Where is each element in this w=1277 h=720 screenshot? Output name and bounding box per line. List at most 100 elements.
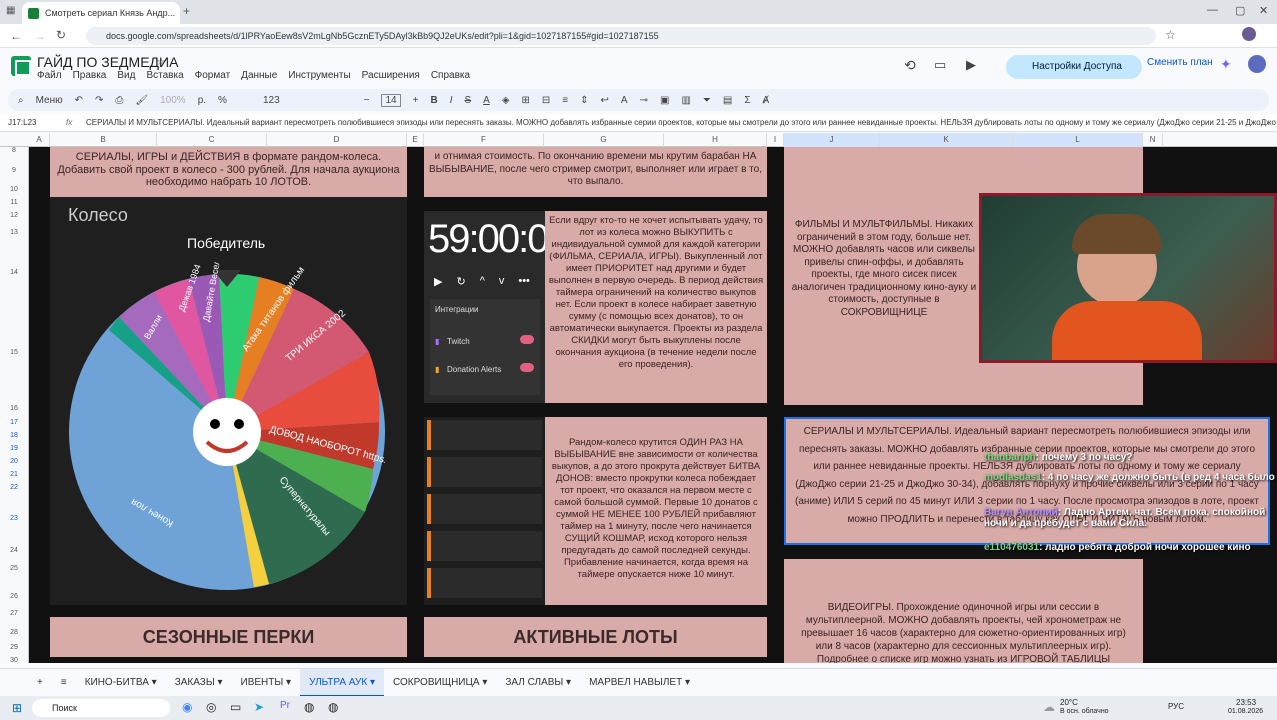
history-icon[interactable]: ⟲ bbox=[904, 57, 916, 74]
col-header[interactable]: N bbox=[1143, 133, 1163, 147]
row-header[interactable]: 15 bbox=[0, 349, 28, 356]
row-header[interactable]: 18 bbox=[0, 432, 28, 439]
percent-button[interactable]: % bbox=[218, 95, 227, 106]
sheet-tab[interactable]: ЗАКАЗЫ ▾ bbox=[166, 669, 232, 697]
row-header[interactable]: 9 bbox=[0, 167, 28, 174]
chevron-down-icon[interactable]: v bbox=[499, 275, 505, 288]
url-input[interactable]: docs.google.com/spreadsheets/d/1lPRYaoEe… bbox=[86, 27, 1156, 45]
sheets-logo-icon[interactable] bbox=[11, 56, 31, 76]
tab-list-icon[interactable]: ▦ bbox=[6, 5, 15, 16]
menu-help[interactable]: Справка bbox=[431, 70, 470, 81]
col-header[interactable]: F bbox=[424, 133, 544, 147]
maximize-icon[interactable]: ▢ bbox=[1235, 4, 1245, 17]
col-header[interactable]: J bbox=[784, 133, 880, 147]
col-header[interactable]: H bbox=[664, 133, 767, 147]
taskbar-search[interactable]: Поиск bbox=[32, 699, 170, 717]
all-sheets-icon[interactable]: ≡ bbox=[52, 669, 76, 697]
paint-format-icon[interactable]: 🖌 bbox=[135, 95, 148, 106]
input-tools-icon[interactable]: Ⱥ bbox=[763, 95, 770, 106]
row-header[interactable]: 14 bbox=[0, 269, 28, 276]
col-header[interactable]: A bbox=[29, 133, 50, 147]
print-icon[interactable]: ⎙ bbox=[115, 95, 123, 106]
menu-file[interactable]: Файл bbox=[37, 70, 62, 81]
strikethrough-icon[interactable]: S bbox=[464, 95, 471, 106]
row-header[interactable]: 17 bbox=[0, 419, 28, 426]
windows-start-icon[interactable]: ⊞ bbox=[12, 701, 22, 715]
font-size-input[interactable]: 14 bbox=[381, 93, 401, 107]
undo-icon[interactable]: ↶ bbox=[75, 95, 83, 106]
currency-button[interactable]: р. bbox=[198, 95, 206, 106]
row-header[interactable]: 13 bbox=[0, 229, 28, 236]
window-close-icon[interactable]: ✕ bbox=[1259, 4, 1268, 17]
twitch-toggle[interactable] bbox=[520, 335, 534, 344]
row-header[interactable]: 10 bbox=[0, 186, 28, 193]
more-formats-button[interactable]: 123 bbox=[263, 95, 280, 106]
col-header[interactable]: B bbox=[50, 133, 157, 147]
play-icon[interactable]: ▶ bbox=[434, 275, 442, 288]
menu-extensions[interactable]: Расширения bbox=[362, 70, 420, 81]
star-icon[interactable]: ☆ bbox=[156, 55, 166, 68]
forward-icon[interactable]: → bbox=[34, 29, 46, 43]
insert-chart-icon[interactable]: ▥ bbox=[681, 95, 690, 106]
col-header[interactable]: E bbox=[407, 133, 424, 147]
row-header[interactable]: 22 bbox=[0, 484, 28, 491]
weather-icon[interactable]: ☁ bbox=[1043, 700, 1055, 714]
row-header[interactable]: 8 bbox=[0, 147, 28, 154]
sheet-tab[interactable]: КИНО-БИТВА ▾ bbox=[76, 669, 166, 697]
row-header[interactable]: 20 bbox=[0, 458, 28, 465]
align-vertical-icon[interactable]: ⇕ bbox=[580, 95, 588, 106]
merge-cells-icon[interactable]: ⊟ bbox=[542, 95, 550, 106]
filter-views-icon[interactable]: ▤ bbox=[723, 95, 732, 106]
row-header[interactable]: 21 bbox=[0, 471, 28, 478]
row-header[interactable]: 30 bbox=[0, 657, 28, 664]
font-size-decrease-icon[interactable]: − bbox=[364, 95, 370, 106]
row-header[interactable]: 26 bbox=[0, 593, 28, 600]
borders-icon[interactable]: ⊞ bbox=[522, 95, 530, 106]
search-icon[interactable]: ⌕ bbox=[18, 95, 24, 106]
functions-icon[interactable]: Σ bbox=[744, 95, 750, 106]
row-header[interactable]: 29 bbox=[0, 644, 28, 651]
filter-icon[interactable]: ⏷ bbox=[703, 95, 711, 106]
menu-data[interactable]: Данные bbox=[241, 70, 277, 81]
col-header[interactable]: C bbox=[157, 133, 267, 147]
donation-toggle[interactable] bbox=[520, 363, 534, 372]
reload-icon[interactable]: ↻ bbox=[56, 28, 66, 42]
col-header[interactable]: L bbox=[1013, 133, 1143, 147]
row-header[interactable]: 16 bbox=[0, 405, 28, 412]
sheet-tab[interactable]: ЗАЛ СЛАВЫ ▾ bbox=[496, 669, 580, 697]
align-horizontal-icon[interactable]: ≡ bbox=[562, 95, 568, 106]
change-plan-button[interactable]: Сменить план bbox=[1147, 57, 1213, 68]
chevron-up-icon[interactable]: ^ bbox=[480, 275, 485, 288]
bold-icon[interactable]: B bbox=[430, 95, 437, 106]
sheet-tab[interactable]: МАРВЕЛ НАВЫЛЕТ ▾ bbox=[580, 669, 699, 697]
formula-input[interactable]: СЕРИАЛЫ И МУЛЬТСЕРИАЛЫ. Идеальный вариан… bbox=[86, 114, 1277, 131]
col-header[interactable]: K bbox=[880, 133, 1013, 147]
telegram-icon[interactable]: ➤ bbox=[254, 700, 264, 714]
comment-icon[interactable]: ▭ bbox=[934, 57, 946, 73]
name-box[interactable]: J17:L23 bbox=[8, 114, 36, 131]
app-icon[interactable]: ◎ bbox=[206, 700, 216, 714]
sheet-tab[interactable]: СОКРОВИЩНИЦА ▾ bbox=[384, 669, 496, 697]
gemini-icon[interactable]: ✦ bbox=[1220, 56, 1232, 73]
col-header[interactable]: I bbox=[767, 133, 784, 147]
minimize-icon[interactable]: — bbox=[1207, 4, 1218, 16]
row-header[interactable]: 12 bbox=[0, 212, 28, 219]
account-avatar[interactable] bbox=[1248, 55, 1266, 73]
redo-icon[interactable]: ↷ bbox=[95, 95, 103, 106]
font-size-increase-icon[interactable]: + bbox=[413, 95, 419, 106]
menu-tools[interactable]: Инструменты bbox=[288, 70, 350, 81]
explorer-icon[interactable]: ▭ bbox=[230, 700, 241, 714]
row-header[interactable]: 28 bbox=[0, 629, 28, 636]
profile-avatar[interactable] bbox=[1242, 27, 1256, 41]
row-header[interactable]: 25 bbox=[0, 565, 28, 572]
share-button[interactable]: Настройки Доступа bbox=[1006, 55, 1142, 79]
obs-icon[interactable]: ◍ bbox=[304, 700, 314, 714]
fill-color-icon[interactable]: ◈ bbox=[502, 95, 510, 106]
sheet-tab-active[interactable]: УЛЬТРА АУК ▾ bbox=[300, 668, 384, 697]
menu-insert[interactable]: Вставка bbox=[146, 70, 183, 81]
obs-icon-2[interactable]: ◍ bbox=[328, 700, 338, 714]
menu-search[interactable]: Меню bbox=[36, 95, 63, 106]
premiere-icon[interactable]: Pr bbox=[280, 700, 290, 711]
video-call-icon[interactable]: ▶ bbox=[966, 57, 976, 73]
menu-view[interactable]: Вид bbox=[117, 70, 135, 81]
